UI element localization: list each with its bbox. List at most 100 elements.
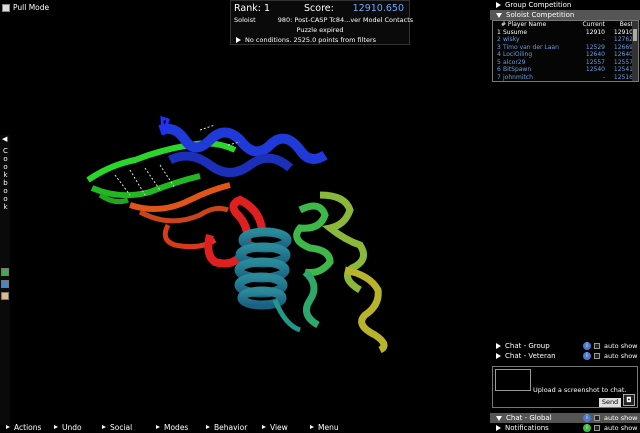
notifications-row[interactable]: Notifications i auto show: [490, 423, 640, 433]
notifications-label: Notifications: [505, 424, 549, 432]
player-rank: 2: [497, 36, 501, 43]
script-icon[interactable]: [1, 292, 9, 300]
toolbar-actions-button[interactable]: Actions: [0, 421, 48, 433]
chat-box: Upload a screenshot to chat. ◘ Send: [492, 366, 638, 408]
player-rank: 7: [497, 73, 501, 81]
player-current-score: 12557: [585, 58, 605, 66]
player-best-score: 12557: [613, 58, 633, 66]
collapse-arrow-icon: [496, 12, 502, 18]
menu-arrow-icon: [262, 425, 266, 429]
soloist-competition-header[interactable]: Soloist Competition: [490, 10, 640, 20]
leaderboard-row[interactable]: 6 BitSpawn 12540 12541: [493, 66, 638, 74]
menu-arrow-icon: [102, 425, 106, 429]
leaderboard-row[interactable]: 3 Timo van der Laan 12529 12669: [493, 44, 638, 52]
menu-arrow-icon: [206, 425, 210, 429]
protein-structure: [86, 115, 388, 354]
send-button[interactable]: Send: [599, 398, 621, 407]
player-current-score: -: [602, 73, 605, 81]
toolbar-social-button[interactable]: Social: [96, 421, 150, 433]
puzzle-name: 980: Post-CASP Tc84...ver Model Contacts: [277, 16, 414, 24]
leaderboard-row[interactable]: 2 wisky - 12762: [493, 36, 638, 44]
header-best: Best: [619, 21, 633, 28]
player-name: Susume: [503, 28, 528, 36]
notification-status-icon[interactable]: i: [583, 424, 591, 432]
player-rank: 1: [497, 28, 501, 36]
conditions-toggle[interactable]: No conditions. 2525.0 points from filter…: [236, 36, 376, 44]
camera-icon[interactable]: ◘: [623, 394, 635, 406]
leaderboard-row[interactable]: 7 johnmitch -12516: [493, 74, 638, 82]
player-best-score: 12516: [613, 73, 633, 81]
pull-mode-icon: [2, 3, 10, 12]
player-rank: 3: [497, 43, 501, 51]
player-best-score: 12762: [613, 36, 633, 43]
score-panel: Rank: 1 Score: 12910.650 Soloist 980: Po…: [230, 0, 414, 45]
auto-show-checkbox[interactable]: [594, 425, 600, 431]
chat-veteran-label: Chat - Veteran: [505, 352, 556, 360]
player-current-score: 12640: [585, 51, 605, 58]
cookbook-sidebar[interactable]: ◀ Cookbook: [0, 135, 10, 425]
chat-input[interactable]: [495, 369, 531, 391]
pull-mode-button[interactable]: Pull Mode: [2, 2, 49, 13]
group-competition-header[interactable]: Group Competition: [490, 0, 640, 10]
menu-arrow-icon: [156, 425, 160, 429]
toolbar-label: Undo: [62, 422, 82, 432]
recipe-icon[interactable]: [1, 268, 9, 276]
player-rank: 4: [497, 51, 501, 58]
player-current-score: 12529: [585, 43, 605, 51]
toolbar-label: Actions: [14, 422, 42, 432]
toolbar-label: Social: [110, 422, 133, 432]
info-icon[interactable]: i: [583, 352, 591, 360]
toolbar-behavior-button[interactable]: Behavior: [200, 421, 256, 433]
toolbar-undo-button[interactable]: Undo: [48, 421, 96, 433]
group-competition-label: Group Competition: [505, 1, 572, 9]
conditions-text: No conditions. 2525.0 points from filter…: [245, 36, 377, 44]
right-panel: Group Competition Soloist Competition # …: [490, 0, 640, 433]
player-best-score: 12669: [613, 43, 633, 51]
rank-label: Rank: 1: [234, 3, 271, 14]
auto-show-label: auto show: [604, 424, 638, 432]
player-name: alcor29: [503, 58, 526, 66]
toolbar-label: Menu: [318, 422, 339, 432]
player-best-score: 12541: [613, 66, 633, 73]
toolbar-label: Behavior: [214, 422, 248, 432]
bottom-toolbar: Actions Undo Social Modes Behavior View Menu: [0, 421, 490, 433]
chat-global-label: Chat - Global: [506, 414, 552, 422]
auto-show-checkbox[interactable]: [594, 343, 600, 349]
auto-show-checkbox[interactable]: [594, 415, 600, 421]
score-value: 12910.650: [352, 3, 404, 14]
leaderboard-table[interactable]: # Player Name Current Best 1 Susume 12910 1…: [492, 20, 639, 82]
info-icon[interactable]: i: [583, 342, 591, 350]
chat-group-row[interactable]: Chat - Group i auto show: [490, 341, 640, 351]
auto-show-checkbox[interactable]: [594, 353, 600, 359]
player-name: BitSpawn: [503, 66, 532, 73]
player-best-score: 12640: [613, 51, 633, 58]
upload-screenshot-text: Upload a screenshot to chat.: [533, 386, 627, 394]
protein-viewport[interactable]: [0, 0, 490, 420]
chat-veteran-row[interactable]: Chat - Veteran i auto show: [490, 351, 640, 361]
player-best-score: 12910: [613, 28, 633, 36]
player-name: Timo van der Laan: [503, 43, 559, 51]
player-current-score: 12540: [585, 66, 605, 73]
toolbar-label: Modes: [164, 422, 189, 432]
leaderboard-scrollbar[interactable]: [632, 21, 638, 81]
header-current: Current: [582, 21, 605, 28]
chat-global-row[interactable]: Chat - Global i auto show: [490, 413, 640, 423]
toolbar-view-button[interactable]: View: [256, 421, 304, 433]
leaderboard-row[interactable]: 4 LociOiling 12640 12640: [493, 51, 638, 59]
folder-icon[interactable]: [1, 280, 9, 288]
expand-arrow-icon: [236, 37, 241, 43]
cookbook-arrow-icon[interactable]: ◀: [2, 135, 7, 143]
puzzle-status: Puzzle expired: [296, 26, 344, 34]
player-rank: 5: [497, 58, 501, 66]
cookbook-label: Cookbook: [3, 147, 8, 211]
toolbar-label: View: [270, 422, 288, 432]
player-current-score: -: [602, 36, 605, 43]
leaderboard-row[interactable]: 1 Susume 12910 12910: [493, 29, 638, 37]
toolbar-menu-button[interactable]: Menu: [304, 421, 354, 433]
player-type: Soloist: [234, 16, 256, 24]
info-icon[interactable]: i: [583, 414, 591, 422]
leaderboard-row[interactable]: 5 alcor29 12557 12557: [493, 59, 638, 67]
header-rank-name: # Player Name: [501, 21, 547, 28]
player-rank: 6: [497, 66, 501, 73]
toolbar-modes-button[interactable]: Modes: [150, 421, 200, 433]
